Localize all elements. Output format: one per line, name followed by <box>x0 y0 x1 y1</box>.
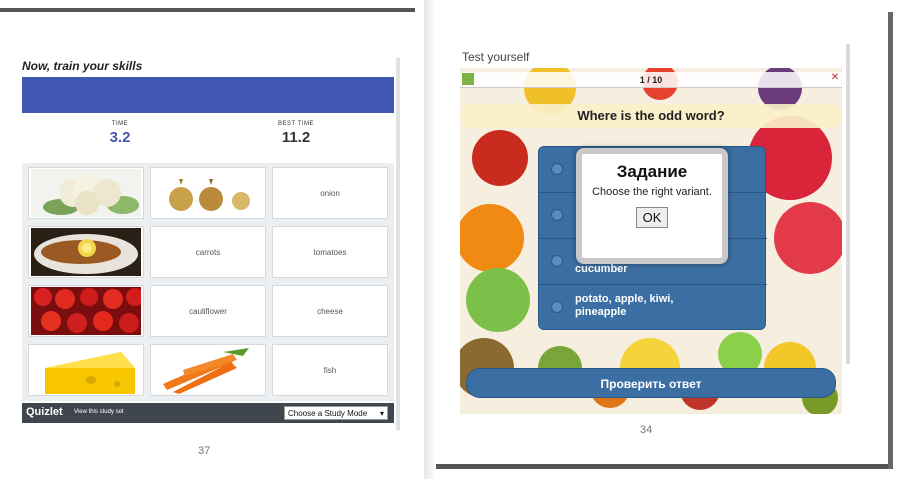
edit-icon[interactable] <box>462 73 474 85</box>
tile-label: tomatoes <box>313 247 347 257</box>
tile-cheese-word[interactable]: cheese <box>272 285 388 337</box>
onions-image <box>153 169 263 217</box>
quiz-widget: 1 / 10 ✕ Where is the odd word? cucumber <box>460 68 842 414</box>
study-mode-select[interactable]: Choose a Study Mode ▾ <box>284 406 388 420</box>
time-value: 3.2 <box>109 129 131 146</box>
task-dialog: Задание Choose the right variant. OK <box>576 148 728 264</box>
left-page: Now, train your skills TIME 3.2 BEST TIM… <box>0 0 436 479</box>
time-stat: TIME 3.2 <box>70 121 170 146</box>
best-time-label: BEST TIME <box>278 121 314 127</box>
quizlet-logo: Quizlet <box>26 406 63 418</box>
progress-counter: 1 / 10 <box>639 75 663 85</box>
tile-fish-word[interactable]: fish <box>272 344 388 396</box>
tile-label: carrots <box>195 247 221 257</box>
tile-label: onion <box>320 188 340 198</box>
quizlet-header-band <box>22 77 394 113</box>
left-page-top-border <box>0 8 415 12</box>
answer-option-4[interactable]: potato, apple, kiwi, pineapple <box>539 285 767 331</box>
tile-tomatoes-word[interactable]: tomatoes <box>272 226 388 278</box>
radio-icon[interactable] <box>551 209 563 221</box>
tile-carrots-image[interactable] <box>150 344 266 396</box>
answer-label: cucumber <box>575 263 628 275</box>
best-time-stat: BEST TIME 11.2 <box>246 121 346 146</box>
tile-fish-dish-image[interactable] <box>28 226 144 278</box>
left-page-number: 37 <box>198 445 211 457</box>
quizlet-footer: Quizlet View this study set Choose a Stu… <box>22 403 394 423</box>
left-scrollbar[interactable] <box>396 58 400 430</box>
tile-label: fish <box>323 365 337 375</box>
dialog-title: Задание <box>616 162 688 181</box>
tile-label: cheese <box>317 306 343 316</box>
radio-icon[interactable] <box>551 163 563 175</box>
view-study-set-link[interactable]: View this study set <box>74 409 124 415</box>
dropdown-arrow-icon: ▾ <box>379 408 384 418</box>
tile-cheese-image[interactable] <box>28 344 144 396</box>
dialog-message: Choose the right variant. <box>592 186 712 198</box>
carrots-image <box>153 346 263 394</box>
train-heading: Now, train your skills <box>22 59 143 73</box>
book-spread: Now, train your skills TIME 3.2 BEST TIM… <box>0 0 897 479</box>
match-grid: onion carrots tomatoes cauliflower chees… <box>22 163 394 401</box>
page-fold-shadow <box>424 0 436 479</box>
tile-tomatoes-image[interactable] <box>28 285 144 337</box>
radio-icon[interactable] <box>551 301 563 313</box>
right-page-side-border <box>888 12 893 469</box>
tile-label: cauliflower <box>189 306 227 316</box>
answer-label: potato, apple, kiwi, pineapple <box>575 293 674 318</box>
right-scrollbar[interactable] <box>846 44 850 364</box>
best-time-value: 11.2 <box>281 129 311 146</box>
tomatoes-image <box>31 287 141 335</box>
right-page-bottom-border <box>436 464 891 469</box>
cauliflower-image <box>31 169 141 217</box>
check-answer-button[interactable]: Проверить ответ <box>466 368 836 398</box>
tile-onion-word[interactable]: onion <box>272 167 388 219</box>
tile-onions-image[interactable] <box>150 167 266 219</box>
right-page-number: 34 <box>640 424 653 436</box>
fish-dish-image <box>31 228 141 276</box>
cheese-image <box>31 346 141 394</box>
time-label: TIME <box>111 121 129 127</box>
study-mode-label: Choose a Study Mode <box>288 408 368 418</box>
radio-icon[interactable] <box>551 255 563 267</box>
question-banner: Where is the odd word? <box>460 104 842 128</box>
ok-button[interactable]: OK <box>635 207 669 228</box>
close-icon[interactable]: ✕ <box>830 73 840 83</box>
progress-bar: 1 / 10 ✕ <box>460 72 842 88</box>
tile-cauliflower-image[interactable] <box>28 167 144 219</box>
tile-carrots-word[interactable]: carrots <box>150 226 266 278</box>
tile-cauliflower-word[interactable]: cauliflower <box>150 285 266 337</box>
test-yourself-title: Test yourself <box>462 50 530 64</box>
quizlet-embed: Now, train your skills TIME 3.2 BEST TIM… <box>20 55 400 425</box>
right-page: Test yourself 1 / 10 ✕ Where is the odd … <box>436 0 897 479</box>
